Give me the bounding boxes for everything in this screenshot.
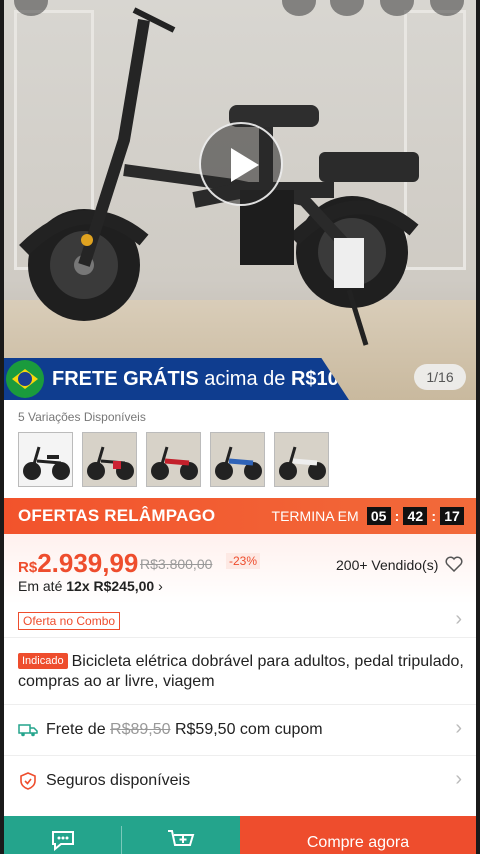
countdown-label: TERMINA EM: [271, 508, 359, 524]
insurance-text: Seguros disponíveis: [46, 771, 191, 789]
price-section: R$2.939,99 R$3.800,00 -23% 200+ Vendido(…: [4, 534, 476, 604]
insurance-row[interactable]: Seguros disponíveis ›: [4, 755, 476, 805]
chevron-right-icon: ›: [158, 578, 163, 594]
play-icon: [231, 148, 259, 182]
product-page: FRETE GRÁTIS acima de R$10 1/16 5 Variaç…: [4, 0, 476, 854]
add-to-cart-icon: [168, 830, 195, 846]
discount-badge: -23%: [226, 553, 261, 569]
countdown: TERMINA EM 05 : 42 : 17: [272, 507, 464, 525]
shipping-row[interactable]: Frete de R$89,50 R$59,50 com cupom ›: [4, 704, 476, 754]
variation-thumb-red[interactable]: [146, 432, 201, 487]
product-title: Indicado Bicicleta elétrica dobrável para…: [18, 653, 464, 690]
countdown-seconds: 17: [440, 507, 464, 525]
bottom-action-bar: Compre agora: [4, 816, 476, 854]
installment-info[interactable]: Em até 12x R$245,00 ›: [18, 578, 163, 594]
sold-count: 200+ Vendido(s): [336, 557, 439, 573]
chat-button[interactable]: [4, 816, 122, 854]
countdown-minutes: 42: [403, 507, 428, 525]
chat-icon: [52, 831, 74, 852]
original-price: R$3.800,00: [140, 556, 213, 572]
chevron-right-icon: ›: [455, 717, 462, 739]
chevron-right-icon: ›: [455, 608, 462, 630]
flash-sale-bar: OFERTAS RELÂMPAGO TERMINA EM 05 : 42 : 1…: [4, 498, 476, 534]
add-to-cart-button[interactable]: [122, 816, 240, 854]
combo-offer-row[interactable]: Oferta no Combo ›: [4, 604, 476, 638]
shipping-text: Frete de R$89,50 R$59,50 com cupom: [46, 720, 323, 738]
recommended-badge: Indicado: [18, 653, 68, 669]
free-shipping-text: FRETE GRÁTIS acima de R$10: [52, 367, 339, 390]
play-video-button[interactable]: [199, 122, 283, 206]
variation-thumb-black[interactable]: [18, 432, 73, 487]
variation-thumb-black-red[interactable]: [82, 432, 137, 487]
chevron-right-icon: ›: [455, 768, 462, 790]
buy-now-button[interactable]: Compre agora: [240, 816, 476, 854]
variations-label: 5 Variações Disponíveis: [18, 410, 146, 424]
current-price: R$2.939,99: [18, 548, 139, 578]
flash-sale-title: OFERTAS RELÂMPAGO: [18, 506, 216, 525]
shield-icon: [18, 771, 38, 791]
countdown-hours: 05: [366, 507, 391, 525]
free-shipping-banner: FRETE GRÁTIS acima de R$10: [4, 358, 349, 400]
truck-icon: [18, 720, 38, 740]
variation-thumbnails: [18, 432, 329, 487]
product-media[interactable]: FRETE GRÁTIS acima de R$10 1/16: [4, 0, 476, 400]
image-counter: 1/16: [414, 364, 466, 390]
secondary-actions: [4, 816, 240, 854]
heart-icon[interactable]: [445, 556, 463, 572]
variation-thumb-blue[interactable]: [210, 432, 265, 487]
variation-thumb-white[interactable]: [274, 432, 329, 487]
combo-offer-tag: Oferta no Combo: [18, 612, 121, 630]
brazil-flag-icon: [6, 360, 44, 398]
